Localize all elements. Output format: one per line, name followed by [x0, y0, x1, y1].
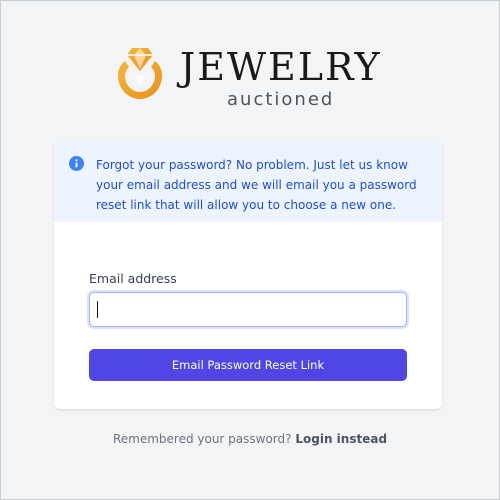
- brand-tagline: auctioned: [227, 89, 335, 110]
- info-icon: [69, 156, 84, 171]
- footer: Remembered your password? Login instead: [0, 430, 500, 448]
- email-field[interactable]: [89, 292, 407, 327]
- notice-text: Forgot your password? No problem. Just l…: [96, 158, 417, 212]
- brand-name: JEWELRY: [180, 45, 382, 89]
- login-instead-link[interactable]: Login instead: [295, 432, 387, 446]
- footer-prompt: Remembered your password?: [112, 432, 292, 446]
- email-reset-link-button[interactable]: Email Password Reset Link: [89, 349, 407, 381]
- info-notice: Forgot your password? No problem. Just l…: [54, 142, 442, 222]
- brand-logo: JEWELRY auctioned: [112, 43, 392, 115]
- reset-card: Forgot your password? No problem. Just l…: [54, 142, 442, 409]
- ring-diamond-icon: [118, 48, 162, 99]
- email-label: Email address: [89, 271, 177, 286]
- text-caret: [97, 301, 98, 318]
